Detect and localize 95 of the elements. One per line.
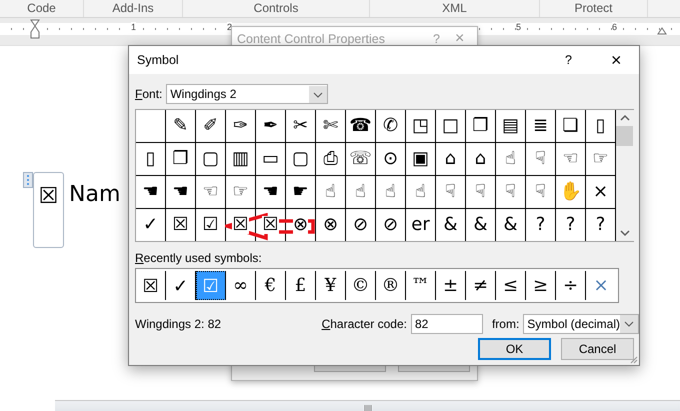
symbol-cell[interactable] [136, 110, 165, 142]
symbol-cell[interactable]: ▣ [406, 143, 435, 175]
symbol-cell[interactable]: ❐ [466, 110, 495, 142]
symbol-cell[interactable]: ☒ [166, 209, 195, 241]
recent-label: Recently used symbols: [135, 251, 263, 265]
symbol-cell[interactable]: ✂ [286, 110, 315, 142]
symbol-info: Wingdings 2: 82 [135, 317, 222, 331]
resize-grip-icon[interactable] [630, 356, 638, 364]
symbol-cell[interactable]: ▤ [496, 110, 525, 142]
symbol-cell[interactable]: ? [556, 209, 585, 241]
content-control-box[interactable]: ☒ [33, 172, 64, 248]
indent-marker-icon[interactable] [657, 27, 667, 35]
dialog-button[interactable]: OK [478, 338, 551, 360]
symbol-cell[interactable]: ◳ [406, 110, 435, 142]
chevron-down-icon [620, 315, 638, 333]
symbol-cell[interactable]: & [436, 209, 465, 241]
ribbon-group-label: XML [370, 0, 540, 17]
symbol-cell[interactable]: ☛ [286, 176, 315, 208]
symbol-cell[interactable]: ✄ [316, 110, 345, 142]
symbol-cell[interactable]: ✓ [136, 209, 165, 241]
symbol-cell[interactable]: ⎙ [316, 143, 345, 175]
symbol-cell[interactable]: ✑ [226, 110, 255, 142]
indent-marker-icon[interactable] [30, 19, 40, 39]
symbol-cell[interactable]: ▢ [196, 143, 225, 175]
handle-icon[interactable] [23, 172, 33, 188]
ribbon-group-label: Code [0, 0, 84, 17]
symbol-cell[interactable]: & [466, 209, 495, 241]
document-text: Nam [69, 182, 120, 207]
character-code-label: Character code: [322, 317, 407, 331]
symbol-cell[interactable]: ☟ [436, 176, 465, 208]
symbol-cell[interactable]: ☞ [226, 176, 255, 208]
symbol-cell[interactable]: ☑ [196, 209, 225, 241]
scrollbar-thumb[interactable] [616, 126, 633, 146]
ruler-number: 5 [516, 22, 522, 32]
symbol-cell[interactable]: ⊗ [316, 209, 345, 241]
symbol-cell[interactable]: ☚ [256, 176, 285, 208]
from-label: from: [492, 317, 520, 331]
symbol-cell[interactable]: ✆ [376, 110, 405, 142]
symbol-cell[interactable]: ▯ [586, 110, 615, 142]
symbol-cell[interactable]: ☝ [346, 176, 375, 208]
recent-symbol[interactable]: × [586, 271, 616, 300]
symbol-cell[interactable]: ▭ [256, 143, 285, 175]
grip-icon [364, 404, 372, 411]
symbol-cell[interactable]: ▯ [136, 143, 165, 175]
dialog-title: Content Control Properties [237, 32, 386, 46]
symbol-cell[interactable]: ☞ [586, 143, 615, 175]
font-label: Font: [135, 87, 162, 101]
symbol-cell[interactable]: ⊘ [376, 209, 405, 241]
symbol-cell[interactable]: ✒ [256, 110, 285, 142]
dialog-title: Symbol [137, 53, 180, 67]
symbol-cell[interactable]: ☟ [466, 176, 495, 208]
ribbon-group-label: Protect [540, 0, 648, 17]
symbol-cell[interactable]: ⌂ [436, 143, 465, 175]
symbol-cell[interactable]: ❐ [166, 143, 195, 175]
symbol-cell[interactable]: ☏ [346, 143, 375, 175]
symbol-cell[interactable]: ☟ [526, 176, 555, 208]
symbol-cell[interactable]: ⊙ [376, 143, 405, 175]
symbol-cell[interactable]: ☒ [226, 209, 255, 241]
symbol-cell[interactable]: ⌂ [466, 143, 495, 175]
symbol-cell[interactable]: × [586, 176, 615, 208]
ruler-number: 1 [131, 22, 136, 32]
symbol-cell[interactable]: ☜ [556, 143, 585, 175]
ribbon-group-label: Controls [183, 0, 370, 17]
symbol-cell[interactable]: ☟ [526, 143, 555, 175]
font-dropdown[interactable]: Wingdings 2 [166, 84, 328, 104]
symbol-cell[interactable]: ☟ [496, 176, 525, 208]
symbol-cell[interactable]: ☜ [196, 176, 225, 208]
character-code-field[interactable]: 82 [410, 314, 483, 334]
symbol-cell[interactable]: ✐ [196, 110, 225, 142]
symbol-cell[interactable]: ✎ [166, 110, 195, 142]
symbol-cell[interactable]: ▢ [286, 143, 315, 175]
dialog-button[interactable]: Cancel [561, 338, 634, 360]
symbol-cell[interactable]: & [496, 209, 525, 241]
close-button[interactable]: × [611, 50, 639, 70]
symbol-cell[interactable]: ☚ [166, 176, 195, 208]
from-dropdown[interactable]: Symbol (decimal) [523, 314, 639, 334]
symbol-cell[interactable]: er [406, 209, 435, 241]
ruler-number: 6 [612, 22, 618, 32]
symbol-cell[interactable]: ⊘ [346, 209, 375, 241]
checkbox-symbol: ☒ [38, 185, 58, 209]
symbol-cell[interactable]: ☝ [496, 143, 525, 175]
symbol-cell[interactable]: ☎ [346, 110, 375, 142]
symbol-cell[interactable]: □ [436, 110, 465, 142]
symbol-cell[interactable]: ▥ [226, 143, 255, 175]
symbol-cell[interactable]: ☝ [406, 176, 435, 208]
ribbon-group-label: Add-Ins [84, 0, 183, 17]
chevron-down-icon [309, 86, 328, 102]
help-button[interactable]: ? [565, 53, 611, 67]
symbol-cell[interactable]: ☝ [316, 176, 345, 208]
symbol-cell[interactable]: ☚ [136, 176, 165, 208]
symbol-cell[interactable]: ☝ [376, 176, 405, 208]
symbol-cell[interactable]: ? [586, 209, 615, 241]
symbol-cell[interactable]: ≣ [526, 110, 555, 142]
symbol-cell[interactable]: ❏ [556, 110, 585, 142]
symbol-cell[interactable]: ? [526, 209, 555, 241]
